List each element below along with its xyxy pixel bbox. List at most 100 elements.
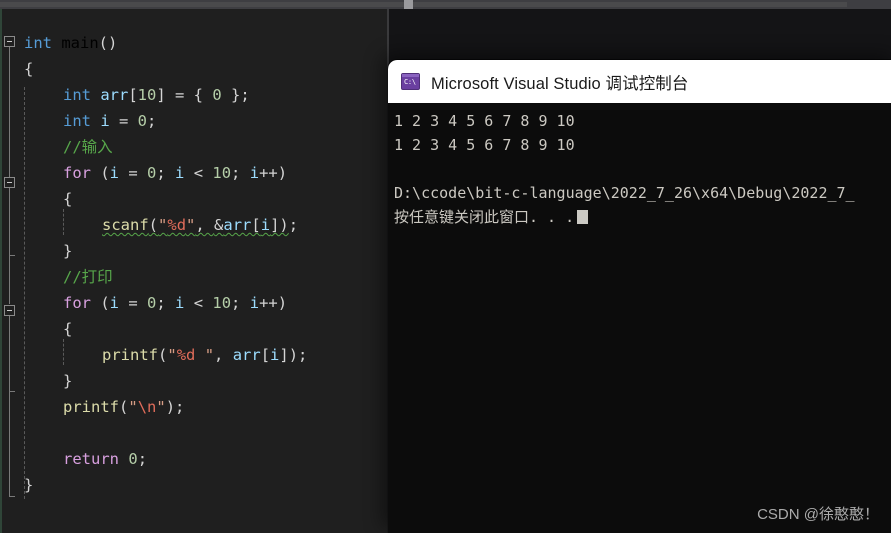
console-output-line: 按任意键关闭此窗口. . . <box>394 205 891 229</box>
console-title-bar[interactable]: C:\ Microsoft Visual Studio 调试控制台 <box>388 60 891 103</box>
code-token: () <box>98 34 118 52</box>
code-token: } <box>24 476 34 494</box>
code-token: } <box>63 242 73 260</box>
console-output-line: 1 2 3 4 5 6 7 8 9 10 <box>394 112 575 130</box>
code-token: printf <box>63 398 119 416</box>
code-token: 0 <box>147 294 157 312</box>
code-token: [ <box>260 346 271 364</box>
code-token: //输入 <box>63 138 113 156</box>
code-token: < <box>184 294 213 312</box>
code-token: ( <box>158 346 168 364</box>
code-line[interactable]: { <box>0 56 389 82</box>
code-token: { <box>24 60 34 78</box>
code-line[interactable]: } <box>0 472 389 498</box>
code-token: ( <box>91 294 110 312</box>
code-line[interactable]: int main() <box>0 30 389 56</box>
code-token: ] = { <box>156 86 213 104</box>
debug-console-window[interactable]: C:\ Microsoft Visual Studio 调试控制台 1 2 3 … <box>388 60 891 533</box>
code-line[interactable]: printf("%d ", arr[i]); <box>0 342 389 368</box>
code-token: 0 <box>212 86 222 104</box>
code-line[interactable]: { <box>0 186 389 212</box>
code-token: 10 <box>212 164 232 182</box>
code-token: i <box>249 294 260 312</box>
code-token: ; <box>156 294 176 312</box>
code-token: return <box>63 450 119 468</box>
console-output-line: D:\ccode\bit-c-language\2022_7_26\x64\De… <box>394 184 855 202</box>
code-token: ( <box>91 164 110 182</box>
code-token: { <box>63 190 73 208</box>
code-line[interactable]: int arr[10] = { 0 }; <box>0 82 389 108</box>
code-line[interactable]: printf("\n"); <box>0 394 389 420</box>
code-line[interactable]: for (i = 0; i < 10; i++) <box>0 160 389 186</box>
code-token: ]) <box>270 216 289 234</box>
console-cursor <box>577 210 589 224</box>
csdn-watermark: CSDN @徐憨憨！ <box>757 506 879 523</box>
code-token: for <box>63 294 91 312</box>
code-token: , <box>195 216 215 234</box>
code-token: < <box>184 164 213 182</box>
code-token: ; <box>288 216 299 234</box>
code-token: ; <box>231 294 250 312</box>
code-token: ( <box>148 216 159 234</box>
code-token: " <box>128 398 138 416</box>
code-token: int <box>63 86 101 104</box>
code-token: main <box>61 34 99 52</box>
console-icon-prompt-glyph: C:\ <box>404 78 416 86</box>
code-token: printf <box>102 346 158 364</box>
code-token: i <box>100 112 110 130</box>
code-token: ; <box>137 450 148 468</box>
code-token: //打印 <box>63 268 113 286</box>
code-token: [ <box>128 86 138 104</box>
code-token: %d <box>167 216 187 234</box>
scrollbar-thumb[interactable] <box>404 0 413 9</box>
code-token: 10 <box>212 294 232 312</box>
code-token: i <box>260 216 271 234</box>
code-token: " <box>167 346 177 364</box>
code-line[interactable]: //输入 <box>0 134 389 160</box>
code-token: ; <box>147 112 157 130</box>
code-token: i <box>175 164 185 182</box>
code-line[interactable]: { <box>0 316 389 342</box>
code-token: } <box>63 372 73 390</box>
code-token: i <box>109 294 120 312</box>
code-token: i <box>270 346 280 364</box>
code-line[interactable] <box>0 420 389 446</box>
code-line[interactable]: } <box>0 368 389 394</box>
code-token: }; <box>221 86 250 104</box>
code-token: i <box>109 164 120 182</box>
editor-horizontal-scrollbar[interactable] <box>0 0 891 9</box>
code-token: , <box>214 346 233 364</box>
code-token: ; <box>231 164 250 182</box>
code-token: " <box>186 216 196 234</box>
code-token: 10 <box>137 86 157 104</box>
code-line[interactable]: scanf("%d", &arr[i]); <box>0 212 389 238</box>
code-token: i <box>249 164 260 182</box>
code-token: ++) <box>259 294 288 312</box>
code-token: %d <box>176 346 196 364</box>
code-token: 0 <box>137 112 148 130</box>
console-title-label: Microsoft Visual Studio 调试控制台 <box>431 74 689 93</box>
source-code-lines[interactable]: int main() { int arr[10] = { 0 }; int i = 0… <box>0 9 389 533</box>
code-line[interactable]: } <box>0 238 389 264</box>
code-token: = <box>119 164 148 182</box>
code-token: " <box>156 398 166 416</box>
code-line[interactable]: return 0; <box>0 446 389 472</box>
code-token: ); <box>165 398 185 416</box>
code-token: { <box>63 320 73 338</box>
code-token: ]); <box>279 346 308 364</box>
code-token: = <box>119 294 148 312</box>
code-token: \n <box>137 398 157 416</box>
code-token: scanf <box>102 216 149 234</box>
code-token: i <box>175 294 185 312</box>
code-token: " <box>195 346 215 364</box>
code-line[interactable]: //打印 <box>0 264 389 290</box>
code-token: [ <box>251 216 261 234</box>
code-token: = <box>109 112 138 130</box>
code-line[interactable]: int i = 0; <box>0 108 389 134</box>
console-output-area[interactable]: 1 2 3 4 5 6 7 8 9 10 1 2 3 4 5 6 7 8 9 10… <box>388 103 891 533</box>
scrollbar-track[interactable] <box>413 2 847 7</box>
code-token: 0 <box>147 164 157 182</box>
code-line[interactable]: for (i = 0; i < 10; i++) <box>0 290 389 316</box>
